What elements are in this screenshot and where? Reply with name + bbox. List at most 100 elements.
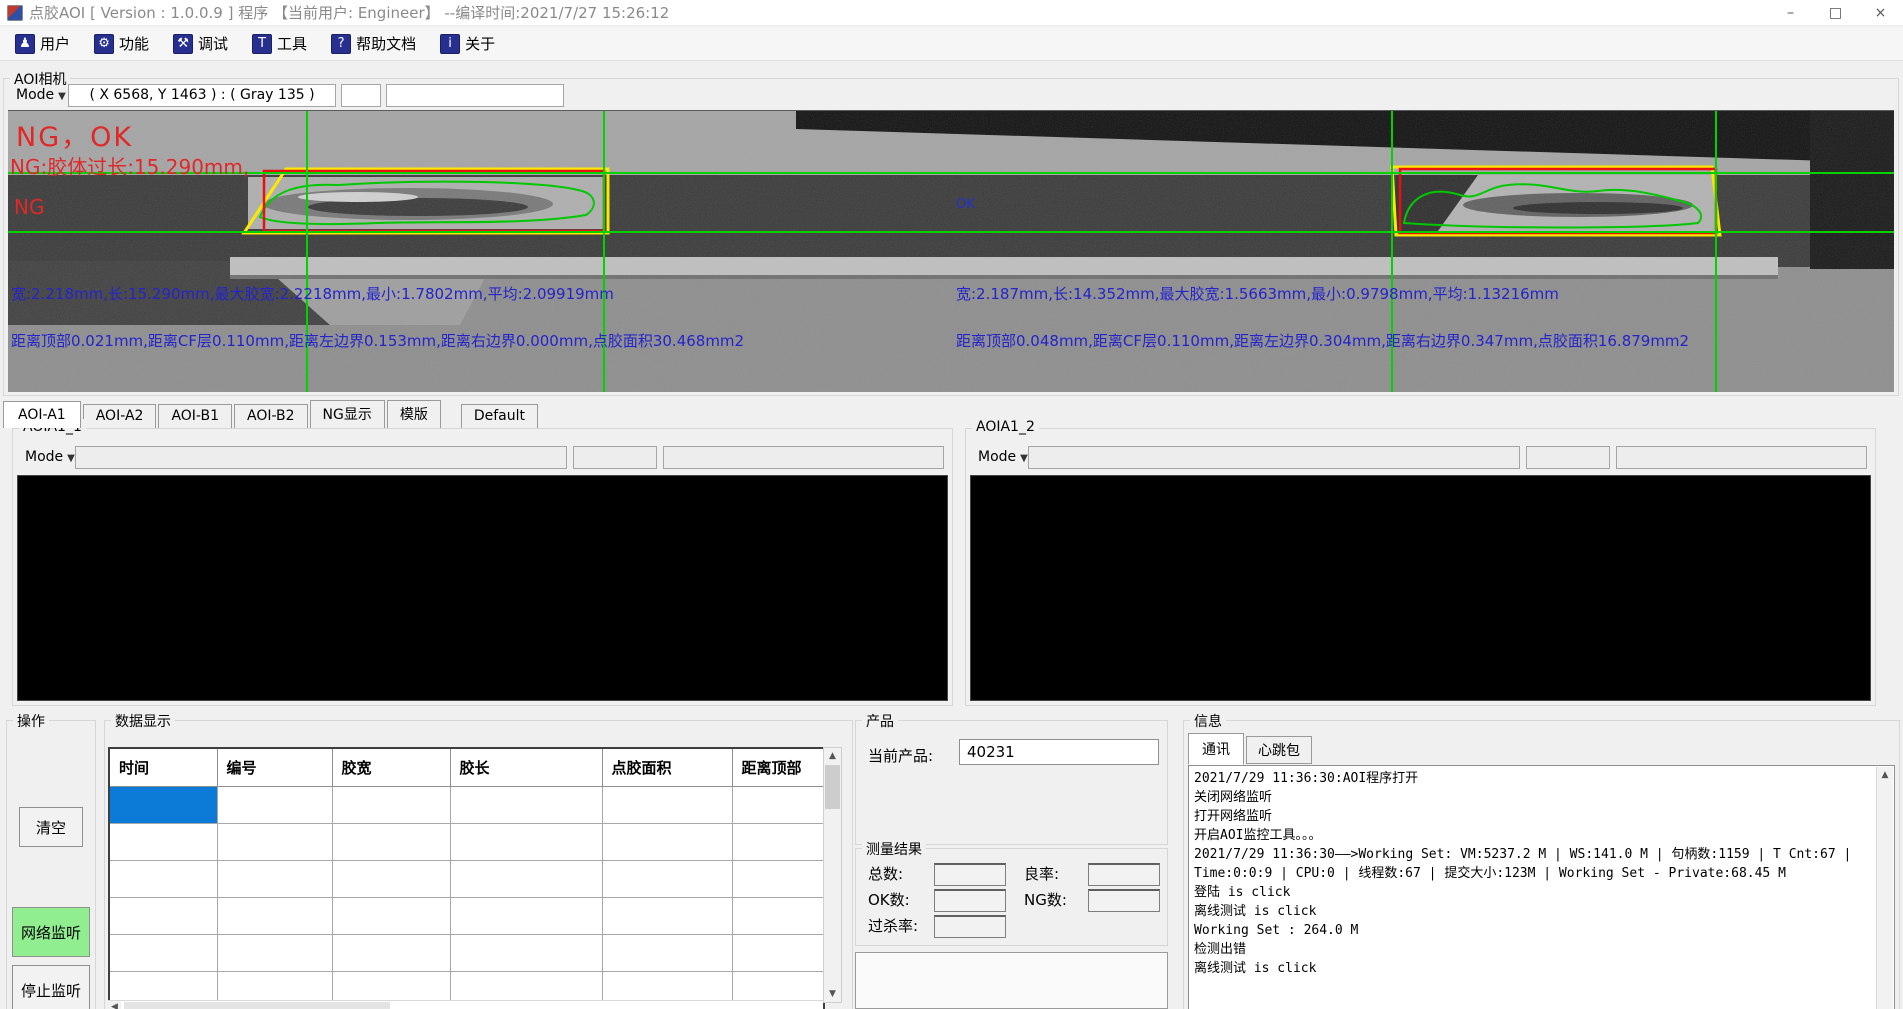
table-cell[interactable] — [602, 897, 732, 934]
column-header-时间[interactable]: 时间 — [109, 748, 217, 786]
tab-模版[interactable]: 模版 — [387, 400, 441, 428]
table-cell[interactable] — [217, 934, 332, 971]
camera-mode-dropdown[interactable]: Mode▼ — [12, 85, 70, 105]
table-cell[interactable] — [109, 786, 217, 823]
column-header-距离顶部[interactable]: 距离顶部 — [732, 748, 824, 786]
info-tab-心跳包[interactable]: 心跳包 — [1246, 736, 1312, 764]
table-cell[interactable] — [732, 823, 824, 860]
result-field[interactable] — [934, 889, 1006, 912]
table-cell[interactable] — [217, 860, 332, 897]
toolbar-item-关于[interactable]: i关于 — [431, 29, 504, 58]
result-field[interactable] — [1088, 863, 1160, 886]
table-cell[interactable] — [602, 934, 732, 971]
table-cell[interactable] — [450, 786, 602, 823]
info-group: 信息 通讯心跳包 2021/7/29 11:36:30:AOI程序打开关闭网络监… — [1183, 720, 1900, 1009]
info-tab-通讯[interactable]: 通讯 — [1188, 733, 1244, 765]
minimize-button[interactable]: – — [1768, 0, 1813, 26]
button-停止监听[interactable]: 停止监听 — [12, 965, 90, 1009]
current-product-field[interactable]: 40231 — [959, 739, 1159, 765]
toolbar-item-功能[interactable]: ⚙功能 — [85, 29, 158, 58]
tab-AOI-B2[interactable]: AOI-B2 — [234, 404, 308, 428]
camera-coords-field[interactable]: ( X 6568, Y 1463 ) : ( Gray 135 ) — [68, 84, 336, 107]
panel-label: AOIA1_2 — [972, 419, 1039, 435]
table-vertical-scrollbar[interactable]: ▲ ▼ — [823, 747, 842, 1003]
result-field[interactable] — [1088, 889, 1160, 912]
table-cell[interactable] — [109, 860, 217, 897]
about-icon: i — [440, 34, 460, 54]
table-cell[interactable] — [217, 786, 332, 823]
table-cell[interactable] — [109, 897, 217, 934]
camera-field-2[interactable] — [341, 84, 381, 107]
table-cell[interactable] — [450, 823, 602, 860]
tab-AOI-A2[interactable]: AOI-A2 — [83, 404, 157, 428]
panel1-field-1[interactable] — [75, 446, 567, 469]
tab-AOI-B1[interactable]: AOI-B1 — [158, 404, 232, 428]
camera-image-view[interactable]: NG，OK NG:胶体过长:15.290mm, NG OK 宽:2.218mm,… — [8, 110, 1894, 392]
panel1-field-2[interactable] — [573, 446, 657, 469]
column-header-胶宽[interactable]: 胶宽 — [332, 748, 450, 786]
table-cell[interactable] — [602, 823, 732, 860]
log-line: Time:0:0:9 | CPU:0 | 线程数:67 | 提交大小:123M … — [1194, 864, 1874, 883]
right-stats-line2: 距离顶部0.048mm,距离CF层0.110mm,距离左边界0.304mm,距离… — [956, 330, 1689, 351]
table-cell[interactable] — [732, 786, 824, 823]
column-header-胶长[interactable]: 胶长 — [450, 748, 602, 786]
tab-NG显示[interactable]: NG显示 — [310, 400, 385, 428]
table-cell[interactable] — [732, 860, 824, 897]
table-cell[interactable] — [732, 897, 824, 934]
column-header-编号[interactable]: 编号 — [217, 748, 332, 786]
button-清空[interactable]: 清空 — [19, 807, 83, 847]
product-group: 产品 当前产品: 40231 — [855, 720, 1168, 845]
panel2-field-2[interactable] — [1526, 446, 1610, 469]
panel2-image-view[interactable] — [970, 475, 1871, 701]
panel1-image-view[interactable] — [17, 475, 948, 701]
scrollbar-thumb[interactable] — [825, 765, 840, 809]
toolbar-item-帮助文档[interactable]: ?帮助文档 — [322, 29, 425, 58]
left-stats-line2: 距离顶部0.021mm,距离CF层0.110mm,距离左边界0.153mm,距离… — [11, 330, 744, 351]
panel2-field-3[interactable] — [1616, 446, 1867, 469]
table-cell[interactable] — [109, 823, 217, 860]
panel1-mode-dropdown[interactable]: Mode▼ — [21, 447, 79, 467]
maximize-button[interactable]: □ — [1813, 0, 1858, 26]
tab-AOI-A1[interactable]: AOI-A1 — [3, 401, 81, 428]
toolbar-item-用户[interactable]: ♟用户 — [6, 29, 79, 58]
log-line: 离线测试 is click — [1194, 959, 1874, 978]
table-cell[interactable] — [732, 934, 824, 971]
table-cell[interactable] — [217, 823, 332, 860]
operation-group-label: 操作 — [13, 711, 49, 731]
scroll-down-icon[interactable]: ▼ — [824, 986, 841, 1002]
result-field[interactable] — [934, 863, 1006, 886]
results-group: 测量结果 总数:良率:OK数:NG数:过杀率: — [855, 848, 1168, 946]
table-cell[interactable] — [450, 860, 602, 897]
result-field[interactable] — [934, 915, 1006, 938]
column-header-点胶面积[interactable]: 点胶面积 — [602, 748, 732, 786]
table-cell[interactable] — [332, 823, 450, 860]
table-cell[interactable] — [602, 860, 732, 897]
toolbar-item-调试[interactable]: ⚒调试 — [164, 29, 237, 58]
toolbar-item-工具[interactable]: T工具 — [243, 29, 316, 58]
panel1-field-3[interactable] — [663, 446, 944, 469]
table-cell[interactable] — [450, 934, 602, 971]
table-cell[interactable] — [332, 934, 450, 971]
table-cell[interactable] — [332, 860, 450, 897]
panel2-mode-dropdown[interactable]: Mode▼ — [974, 447, 1032, 467]
scroll-up-icon[interactable]: ▲ — [1877, 767, 1893, 783]
scroll-left-icon[interactable]: ◀ — [108, 1001, 121, 1009]
table-cell[interactable] — [450, 897, 602, 934]
table-cell[interactable] — [109, 934, 217, 971]
tab-Default[interactable]: Default — [461, 404, 538, 428]
inspection-result-text: NG，OK — [16, 115, 133, 154]
table-cell[interactable] — [332, 897, 450, 934]
table-cell[interactable] — [332, 786, 450, 823]
table-horizontal-scrollbar[interactable]: ◀ — [108, 1000, 823, 1009]
button-网络监听[interactable]: 网络监听 — [12, 907, 90, 957]
app-icon — [7, 5, 23, 21]
log-scrollbar[interactable]: ▲ — [1876, 767, 1893, 1009]
camera-field-3[interactable] — [386, 84, 564, 107]
scrollbar-thumb[interactable] — [124, 1002, 390, 1009]
table-cell[interactable] — [217, 897, 332, 934]
log-area[interactable]: 2021/7/29 11:36:30:AOI程序打开关闭网络监听打开网络监听开启… — [1188, 765, 1895, 1009]
scroll-up-icon[interactable]: ▲ — [824, 748, 841, 764]
table-cell[interactable] — [602, 786, 732, 823]
close-button[interactable]: × — [1858, 0, 1903, 26]
panel2-field-1[interactable] — [1028, 446, 1520, 469]
